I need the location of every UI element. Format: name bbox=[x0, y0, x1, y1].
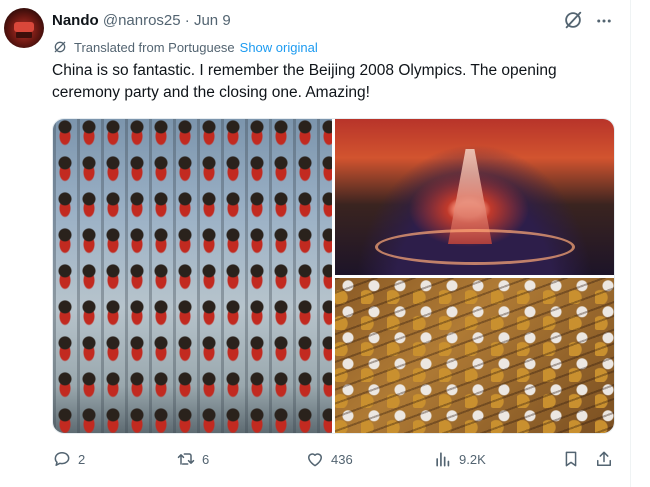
reply-count: 2 bbox=[78, 451, 86, 467]
author-handle[interactable]: @nanros25 bbox=[103, 12, 181, 29]
heart-icon bbox=[308, 453, 322, 467]
grok-icon[interactable] bbox=[562, 9, 584, 31]
media-image-2[interactable] bbox=[335, 119, 614, 275]
tweet-header: Nando @nanros25 · Jun 9 bbox=[52, 11, 231, 31]
retweet-count: 6 bbox=[202, 451, 210, 467]
translation-notice: Translated from Portuguese Show original bbox=[52, 38, 318, 56]
retweet-button[interactable]: 6 bbox=[176, 447, 209, 471]
views-icon bbox=[436, 452, 450, 467]
reply-button[interactable]: 2 bbox=[52, 447, 85, 471]
show-original-link[interactable]: Show original bbox=[240, 40, 318, 55]
media-grid bbox=[52, 118, 615, 434]
more-icon[interactable] bbox=[594, 12, 614, 30]
reply-icon bbox=[54, 452, 70, 466]
action-bar: 2 6 436 9.2K bbox=[0, 447, 630, 471]
translation-label: Translated from Portuguese bbox=[74, 39, 235, 55]
like-count: 436 bbox=[331, 451, 353, 467]
bookmark-icon bbox=[565, 451, 577, 467]
share-button[interactable] bbox=[594, 447, 614, 471]
tweet-date[interactable]: Jun 9 bbox=[194, 12, 231, 29]
header-separator: · bbox=[184, 12, 190, 29]
media-image-3[interactable] bbox=[335, 278, 614, 433]
avatar[interactable] bbox=[4, 8, 44, 48]
views-button[interactable]: 9.2K bbox=[433, 447, 486, 471]
like-button[interactable]: 436 bbox=[305, 447, 353, 471]
author-name[interactable]: Nando bbox=[52, 12, 99, 29]
media-image-1[interactable] bbox=[53, 119, 332, 433]
bookmark-button[interactable] bbox=[561, 447, 581, 471]
retweet-icon bbox=[177, 453, 195, 465]
tweet-text: China is so fantastic. I remember the Be… bbox=[52, 62, 557, 101]
column-border bbox=[630, 0, 631, 487]
translate-grok-icon bbox=[54, 41, 66, 53]
share-icon bbox=[597, 451, 611, 466]
views-count: 9.2K bbox=[459, 451, 486, 467]
